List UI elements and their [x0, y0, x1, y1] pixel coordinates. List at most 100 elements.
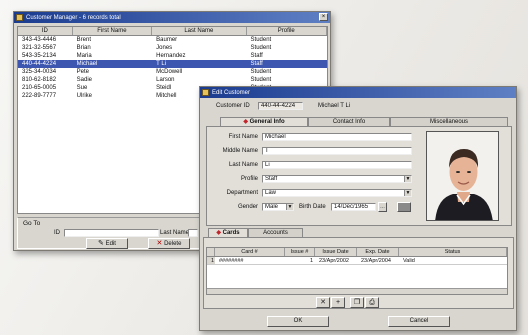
tab-cards[interactable]: ◆ Cards	[208, 228, 248, 237]
goto-id-input[interactable]	[64, 229, 159, 237]
chevron-down-icon[interactable]: ▼	[404, 176, 411, 182]
profile-select[interactable]: Staff ▼	[262, 175, 412, 183]
tab-cards-label: Cards	[222, 230, 240, 236]
id-cell: 543-35-2134	[22, 53, 57, 59]
exp-date-cell[interactable]: 23/Apr/2004	[357, 257, 399, 264]
row-indicator-header	[207, 248, 215, 256]
table-row[interactable]: 321-32-5567 Brian Jones Student	[18, 44, 327, 52]
copy-glyph: ❐	[353, 299, 361, 306]
column-header-status[interactable]: Status	[399, 248, 507, 256]
profile-cell: Student	[250, 45, 272, 51]
table-row[interactable]: 325-34-0034 Pete McDowell Student	[18, 68, 327, 76]
camera-icon[interactable]	[397, 202, 411, 212]
list-titlebar[interactable]: Customer Manager - 6 records total ×	[14, 12, 330, 23]
customer-id-label: Customer ID	[216, 103, 250, 109]
edit-button-label: Edit	[105, 241, 116, 247]
profile-label: Profile	[240, 176, 258, 182]
id-cell: 440-44-4224	[22, 61, 57, 67]
first-name-cell: Maria	[76, 53, 92, 59]
first-name-cell: Ulrike	[76, 93, 92, 99]
birth-date-label: Birth Date	[299, 204, 326, 210]
column-header-issue-date[interactable]: Issue Date	[315, 248, 357, 256]
table-row[interactable]: 543-35-2134 Maria Hernandez Staff	[18, 52, 327, 60]
middle-name-label: Middle Name	[222, 148, 258, 154]
first-name-cell: Sue	[76, 85, 88, 91]
add-icon[interactable]: +	[331, 297, 345, 308]
first-name-label: First Name	[228, 134, 258, 140]
app-icon	[202, 89, 209, 96]
card-number-cell[interactable]: ########	[215, 257, 285, 264]
column-header-card-number[interactable]: Card #	[215, 248, 285, 256]
print-glyph: ⎙	[369, 299, 375, 306]
chevron-down-icon[interactable]: ▼	[286, 204, 293, 210]
middle-name-field[interactable]: T	[262, 147, 412, 155]
cross-glyph: ✕	[320, 299, 326, 306]
gender-label: Gender	[237, 204, 258, 210]
department-select[interactable]: Law ▼	[262, 189, 412, 197]
tab-general-info[interactable]: ◆ General Info	[220, 117, 308, 126]
goto-label: Go To	[23, 220, 41, 227]
last-name-label: Last Name	[228, 162, 258, 168]
column-header-first-name[interactable]: First Name	[73, 27, 153, 35]
delete-button-label: Delete	[164, 241, 182, 247]
column-header-id[interactable]: ID	[18, 27, 73, 35]
row-number: 1	[207, 257, 215, 264]
cancel-button[interactable]: Cancel	[388, 316, 450, 327]
lastname-label: Last Name	[160, 230, 190, 236]
last-name-cell: McDowell	[156, 69, 183, 75]
column-header-profile[interactable]: Profile	[247, 27, 327, 35]
profile-cell: Student	[250, 37, 272, 43]
edit-icon: ✎	[98, 240, 104, 247]
department-label: Department	[226, 190, 258, 196]
grid-header: ID First Name Last Name Profile	[18, 27, 327, 36]
table-row[interactable]: 440-44-4224 Michael T Li Staff	[18, 60, 327, 68]
first-name-field[interactable]: Michael	[262, 133, 412, 141]
tab-accounts[interactable]: Accounts	[248, 228, 303, 237]
column-header-exp-date[interactable]: Exp. Date	[357, 248, 399, 256]
last-name-field[interactable]: Li	[262, 161, 412, 169]
last-name-cell: Larson	[156, 77, 175, 83]
tab-miscellaneous[interactable]: Miscellaneous	[390, 117, 508, 126]
cards-grid[interactable]: Card # Issue # Issue Date Exp. Date Stat…	[206, 247, 508, 295]
status-cell[interactable]: Valid	[399, 257, 507, 264]
gender-select[interactable]: Male ▼	[262, 203, 294, 211]
first-name-cell: Brent	[76, 37, 91, 43]
birth-date-field[interactable]: 14/Dec/1965	[331, 203, 376, 211]
profile-cell: Staff	[250, 53, 263, 59]
last-name-cell: Hernandez	[156, 53, 186, 59]
last-name-cell: Baumer	[156, 37, 178, 43]
tab-contact-info[interactable]: Contact Info	[308, 117, 390, 126]
date-picker-button[interactable]: …	[378, 202, 387, 212]
cards-grid-header: Card # Issue # Issue Date Exp. Date Stat…	[207, 248, 507, 257]
customer-name-display: Michael T Li	[318, 103, 351, 109]
issue-number-cell[interactable]: 1	[285, 257, 315, 264]
issue-date-cell[interactable]: 23/Apr/2002	[315, 257, 357, 264]
last-name-cell: T Li	[156, 61, 167, 67]
id-cell: 343-43-4446	[22, 37, 57, 43]
goto-lastname-input[interactable]	[188, 229, 198, 237]
copy-icon[interactable]: ❐	[350, 297, 364, 308]
delete-icon[interactable]: ✕	[316, 297, 330, 308]
edit-window-title: Edit Customer	[212, 89, 251, 96]
ok-button[interactable]: OK	[267, 316, 329, 327]
delete-icon: ✕	[156, 240, 163, 247]
id-label: ID	[54, 230, 60, 236]
tab-general-info-label: General Info	[249, 119, 285, 125]
delete-button[interactable]: ✕ Delete	[148, 238, 190, 249]
edit-titlebar[interactable]: Edit Customer	[200, 87, 516, 98]
horizontal-scrollbar[interactable]	[207, 288, 507, 294]
column-header-issue-number[interactable]: Issue #	[285, 248, 315, 256]
table-row[interactable]: 343-43-4446 Brent Baumer Student	[18, 36, 327, 44]
table-row[interactable]: 810-62-8182 Sadie Larson Student	[18, 76, 327, 84]
chevron-down-icon[interactable]: ▼	[404, 190, 411, 196]
list-window-title: Customer Manager - 6 records total	[26, 14, 121, 21]
id-cell: 325-34-0034	[22, 69, 57, 75]
close-button[interactable]: ×	[319, 13, 328, 21]
profile-cell: Staff	[250, 61, 263, 67]
edit-customer-window: Edit Customer Customer ID 440-44-4224 Mi…	[199, 86, 517, 331]
id-cell: 210-65-0005	[22, 85, 57, 91]
edit-button[interactable]: ✎ Edit	[86, 238, 128, 249]
table-row[interactable]: 1 ######## 1 23/Apr/2002 23/Apr/2004 Val…	[207, 257, 507, 265]
print-icon[interactable]: ⎙	[365, 297, 379, 308]
column-header-last-name[interactable]: Last Name	[152, 27, 247, 35]
